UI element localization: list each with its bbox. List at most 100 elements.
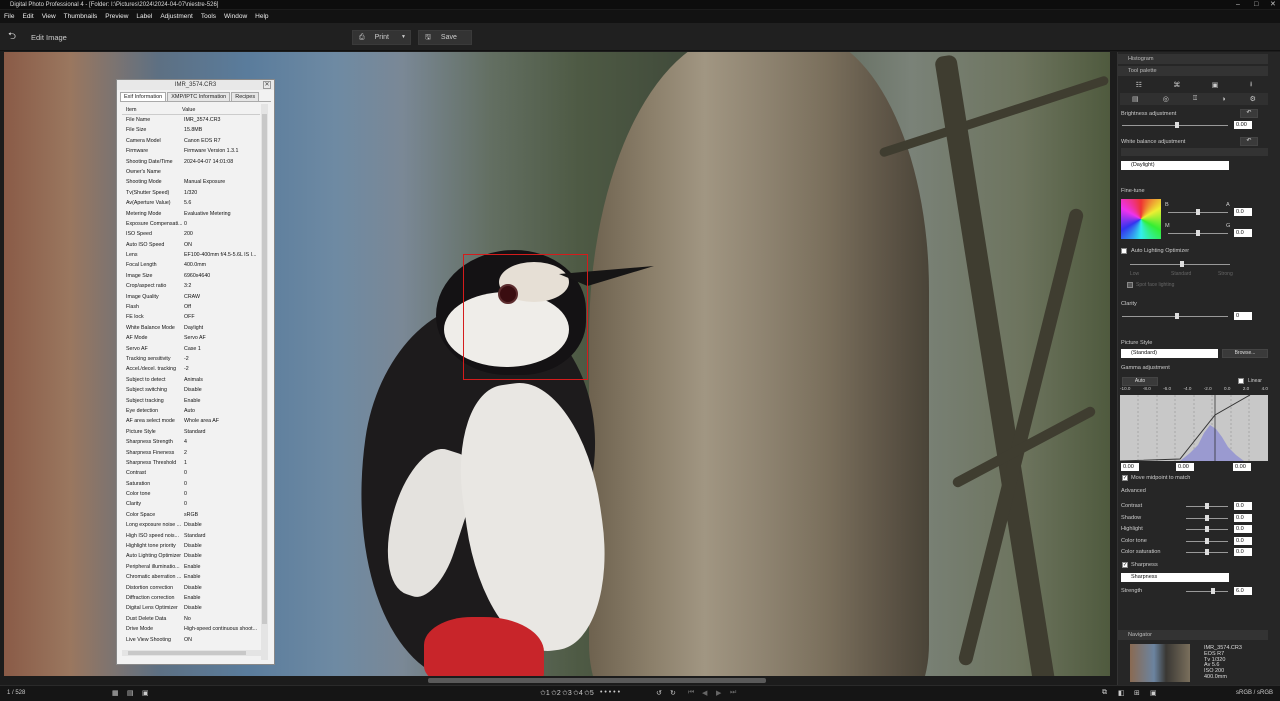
prev-image-icon[interactable]: ◀ — [702, 689, 707, 697]
exif-row[interactable]: Owner's Name — [122, 167, 260, 177]
gamma-value-1[interactable]: 0.00 — [1121, 463, 1139, 471]
advanced-slider[interactable] — [1186, 549, 1228, 555]
navigator-header[interactable]: Navigator — [1118, 630, 1268, 640]
exif-row[interactable]: Picture Style Standard — [122, 427, 260, 437]
last-image-icon[interactable]: ⏭ — [730, 689, 736, 697]
minimize-button[interactable]: – — [1236, 0, 1240, 9]
menu-file[interactable]: File — [4, 13, 14, 20]
advanced-value[interactable]: 0.0 — [1234, 548, 1252, 556]
exif-row[interactable]: Drive Mode High-speed continuous shoot... — [122, 624, 260, 634]
exif-row[interactable]: Metering Mode Evaluative Metering — [122, 209, 260, 219]
menu-window[interactable]: Window — [224, 13, 247, 20]
advanced-slider[interactable] — [1186, 514, 1228, 521]
horizontal-scrollbar[interactable] — [122, 650, 267, 656]
advanced-slider[interactable] — [1186, 503, 1228, 509]
image-icon[interactable]: ▣ — [1212, 81, 1219, 89]
menu-tools[interactable]: Tools — [201, 13, 216, 20]
slider-knob[interactable] — [1175, 313, 1179, 319]
menu-adjustment[interactable]: Adjustment — [160, 13, 193, 20]
next-image-icon[interactable]: ▶ — [716, 689, 721, 697]
white-balance-select[interactable]: (Daylight) — [1121, 161, 1229, 170]
menu-edit[interactable]: Edit — [22, 13, 33, 20]
brightness-value[interactable]: 0.00 — [1234, 121, 1252, 129]
close-button[interactable]: ✕ — [1270, 0, 1276, 9]
rating-3-icon[interactable]: ✩3 — [562, 689, 572, 697]
exif-row[interactable]: Peripheral illuminatio... Enable — [122, 562, 260, 572]
menu-view[interactable]: View — [42, 13, 56, 20]
clarity-slider[interactable] — [1122, 313, 1228, 319]
camera-icon[interactable]: ▣ — [1150, 689, 1157, 697]
exif-row[interactable]: Subject switching Disable — [122, 385, 260, 395]
color-tab-icon[interactable]: ◑ — [1221, 96, 1225, 103]
rating-4-icon[interactable]: ✩4 — [573, 689, 583, 697]
fit-view-icon[interactable]: ⧉ — [1102, 689, 1107, 697]
exif-row[interactable]: Accel./decel. tracking -2 — [122, 364, 260, 374]
exif-row[interactable]: Exposure Compensati... 0 — [122, 219, 260, 229]
exif-row[interactable]: Dust Delete Data No — [122, 614, 260, 624]
slider-knob[interactable] — [1205, 549, 1209, 555]
strength-value[interactable]: 6.0 — [1234, 587, 1252, 595]
first-image-icon[interactable]: ⏮ — [688, 689, 694, 697]
sharpness-mode-select[interactable]: Sharpness — [1121, 573, 1229, 582]
maximize-button[interactable]: □ — [1254, 0, 1258, 9]
single-view-icon[interactable]: ▣ — [142, 689, 149, 697]
exif-row[interactable]: Firmware Firmware Version 1.3.1 — [122, 146, 260, 156]
navigator-thumbnail[interactable] — [1130, 644, 1190, 682]
advanced-slider[interactable] — [1186, 537, 1228, 544]
exif-row[interactable]: Distortion correction Disable — [122, 583, 260, 593]
exif-row[interactable]: Image Size 6960x4640 — [122, 271, 260, 281]
advanced-value[interactable]: 0.0 — [1234, 502, 1252, 510]
advanced-value[interactable]: 0.0 — [1234, 513, 1252, 522]
color-wheel[interactable] — [1121, 199, 1161, 239]
alo-slider[interactable] — [1130, 261, 1230, 267]
image-horizontal-scrollbar[interactable] — [428, 678, 766, 683]
scrollbar-thumb[interactable] — [128, 651, 246, 655]
slider-knob[interactable] — [1175, 122, 1179, 128]
exif-row[interactable]: AF Mode Servo AF — [122, 333, 260, 343]
exif-row[interactable]: Shooting Mode Manual Exposure — [122, 177, 260, 187]
exif-row[interactable]: Eye detection Auto — [122, 406, 260, 416]
ba-slider[interactable] — [1168, 209, 1228, 215]
exif-row[interactable]: Color Space sRGB — [122, 510, 260, 520]
slider-knob[interactable] — [1205, 514, 1209, 521]
exif-row[interactable]: White Balance Mode Daylight — [122, 323, 260, 333]
save-button[interactable]: 🖫 Save — [418, 30, 472, 45]
grid-view-icon[interactable]: ▦ — [112, 689, 119, 697]
chevron-down-icon[interactable]: ▼ — [401, 31, 406, 44]
print-button[interactable]: ⎙ Print ▼ — [352, 30, 411, 45]
exif-row[interactable]: Auto Lighting Optimizer Disable — [122, 551, 260, 561]
white-balance-click-row[interactable] — [1121, 148, 1268, 156]
exif-row[interactable]: ISO Speed 200 — [122, 229, 260, 239]
exif-row[interactable]: Digital Lens Optimizer Disable — [122, 603, 260, 613]
exif-row[interactable]: Subject tracking Enable — [122, 396, 260, 406]
exif-row[interactable]: Av(Aperture Value) 5.6 — [122, 198, 260, 208]
slider-knob[interactable] — [1205, 526, 1209, 532]
exif-row[interactable]: Shooting Date/Time 2024-04-07 14:01:08 — [122, 157, 260, 167]
vertical-scrollbar[interactable] — [261, 104, 268, 660]
exif-row[interactable]: File Size 15.8MB — [122, 125, 260, 135]
back-arrow-icon[interactable]: ⮌ — [5, 30, 19, 44]
exif-row[interactable]: File Name IMR_3574.CR3 — [122, 115, 260, 125]
exif-row[interactable]: Crop/aspect ratio 3:2 — [122, 281, 260, 291]
rotate-left-icon[interactable]: ↺ — [656, 689, 662, 697]
exif-row[interactable]: Sharpness Threshold 1 — [122, 458, 260, 468]
reset-icon[interactable]: ↶ — [1240, 137, 1258, 146]
exif-row[interactable]: Subject to detect Animals — [122, 375, 260, 385]
exif-row[interactable]: Contrast 0 — [122, 468, 260, 478]
exif-row[interactable]: Tracking sensitivity -2 — [122, 354, 260, 364]
alo-checkbox[interactable] — [1121, 248, 1127, 254]
rating-2-icon[interactable]: ✩2 — [551, 689, 561, 697]
exif-row[interactable]: Lens EF100-400mm f/4.5-5.6L IS I... — [122, 250, 260, 260]
exif-row[interactable]: Image Quality CRAW — [122, 292, 260, 302]
slider-knob[interactable] — [1196, 230, 1200, 236]
gamma-auto-button[interactable]: Auto — [1122, 377, 1158, 386]
exif-row[interactable]: Color tone 0 — [122, 489, 260, 499]
rating-1-icon[interactable]: ✩1 — [540, 689, 550, 697]
curve-tab-icon[interactable]: ⍐ — [1193, 95, 1197, 103]
gamma-histogram[interactable] — [1120, 395, 1268, 461]
mg-slider[interactable] — [1168, 230, 1228, 236]
spot-face-checkbox[interactable] — [1127, 282, 1133, 288]
crop-icon[interactable]: ⌘ — [1173, 81, 1180, 89]
picture-style-select[interactable]: (Standard) — [1121, 349, 1218, 358]
stamp-icon[interactable]: ⭳ — [1250, 80, 1252, 91]
